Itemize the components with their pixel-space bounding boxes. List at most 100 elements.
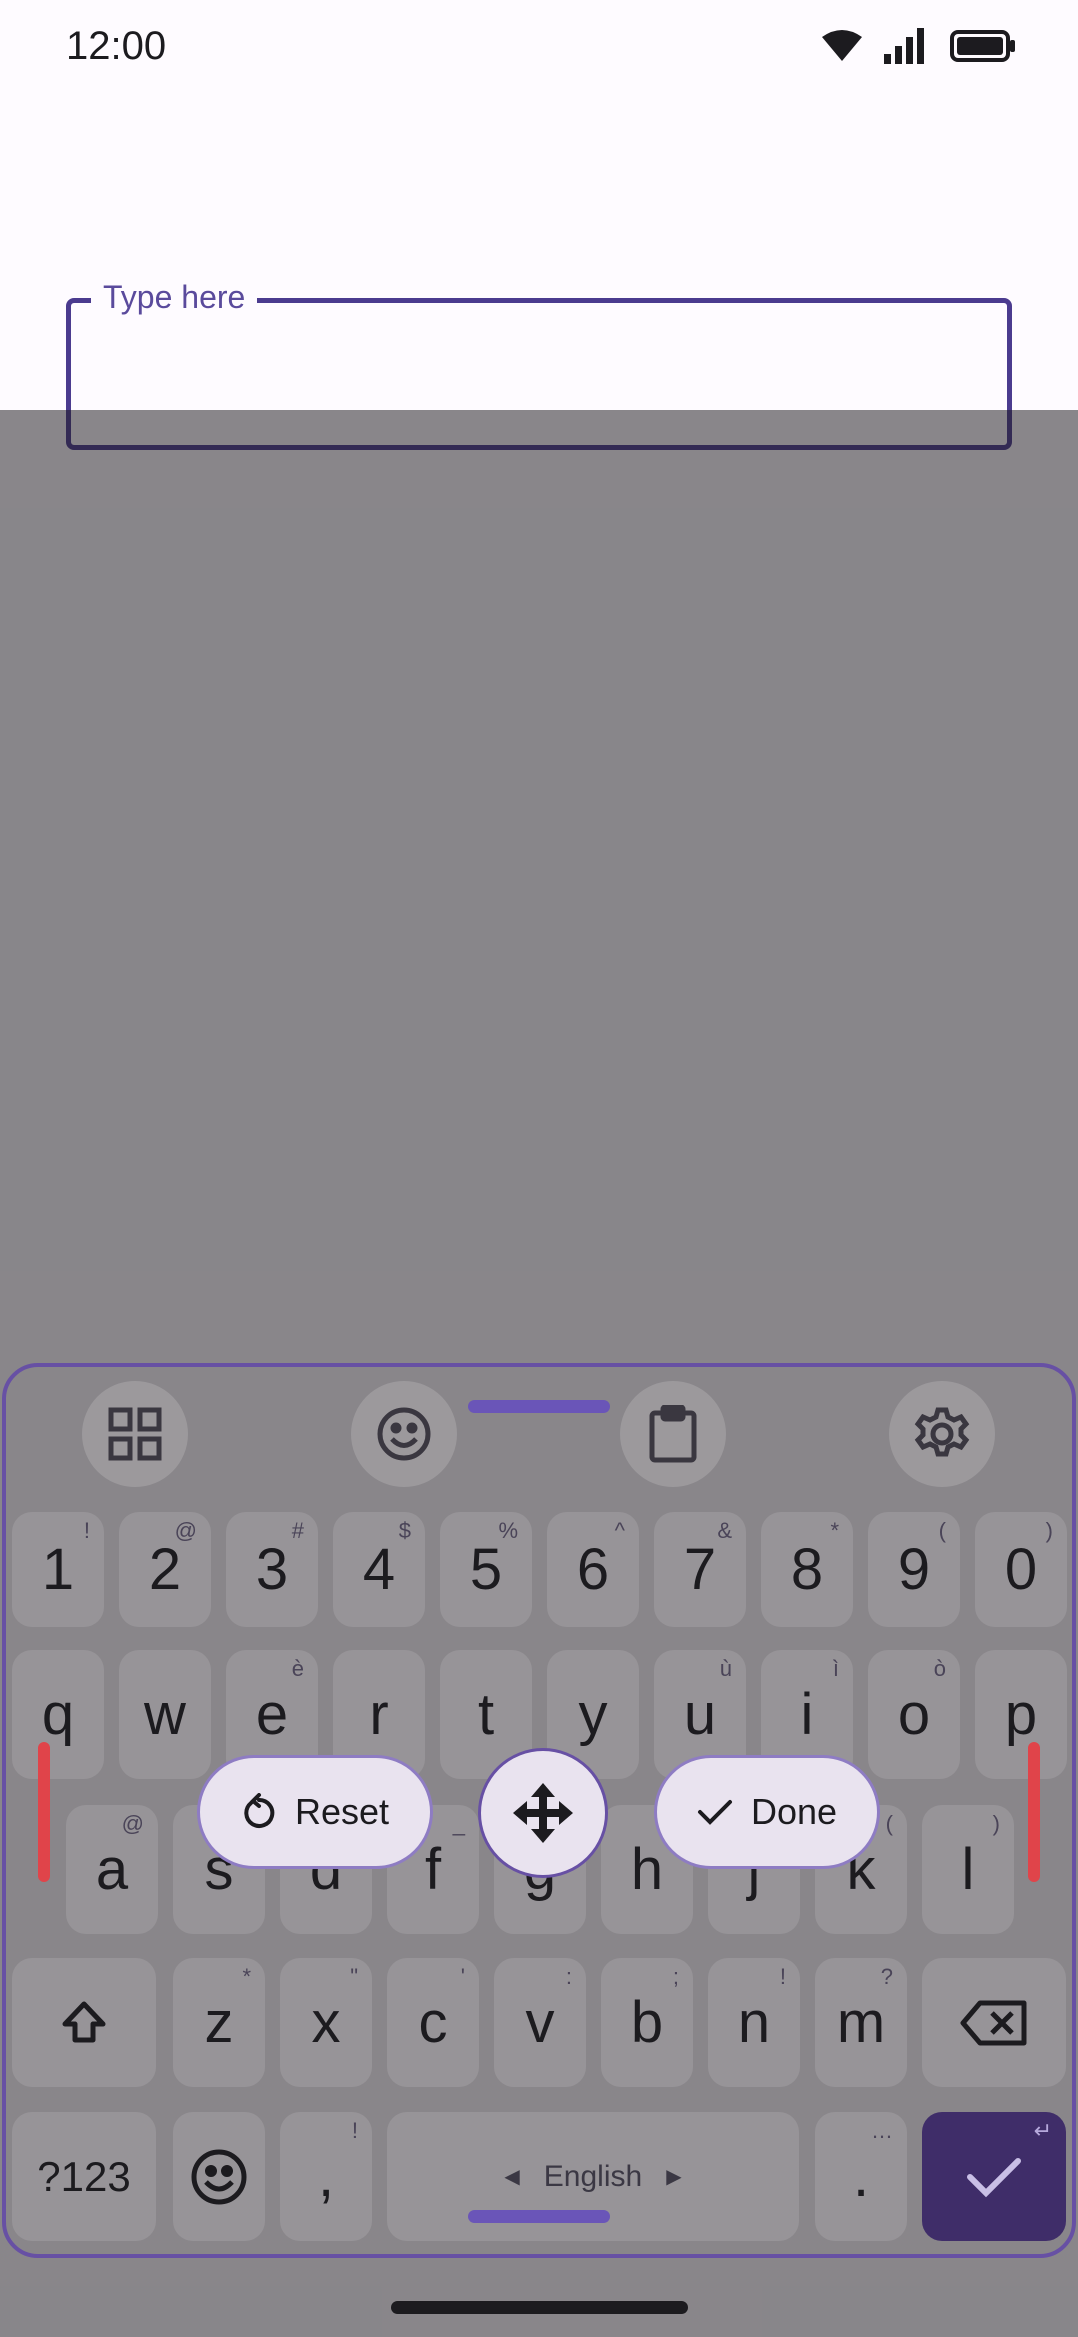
emoji-button[interactable] [351,1381,457,1487]
keyboard-drag-handle[interactable] [468,1400,610,1413]
key-label: 5 [469,1536,503,1602]
key-hint: ( [938,1518,946,1543]
key-v[interactable]: v: [494,1958,586,2087]
gear-icon [914,1407,970,1457]
key-n[interactable]: n! [708,1958,800,2087]
key-0[interactable]: 0) [975,1512,1067,1627]
status-time: 12:00 [66,24,167,68]
key-hint: ù [719,1656,732,1681]
comma-key[interactable]: ,! [280,2112,372,2241]
key-b[interactable]: b; [601,1958,693,2087]
key-label: 1 [41,1536,75,1602]
key-p[interactable]: p [975,1650,1067,1779]
clipboard-button[interactable] [620,1381,726,1487]
key-a[interactable]: a @ [66,1805,158,1934]
key-label: v [525,1989,555,2055]
key-o[interactable]: oò [868,1650,960,1779]
key-label: m [836,1989,886,2055]
text-field-label: Type here [91,279,258,316]
key-hint: ) [1045,1518,1053,1543]
key-7[interactable]: 7 & [654,1512,746,1627]
move-icon [513,1783,573,1843]
period-key[interactable]: .… [815,2112,907,2241]
space-label: ◀ English ▶ [504,2160,681,2194]
key-label: . [852,2143,870,2209]
reset-label: Reset [294,1791,390,1832]
text-input[interactable] [91,343,971,403]
check-icon [697,1800,732,1825]
key-l[interactable]: l) [922,1805,1014,1934]
key-label: w [144,1681,186,1747]
key-x[interactable]: x " [280,1958,372,2087]
done-label: Done [750,1791,838,1832]
key-label: c [418,1989,448,2055]
key-label: z [204,1989,234,2055]
symbols-key[interactable]: ?123 [12,2112,156,2241]
key-hint: … [871,2118,893,2143]
key-m[interactable]: m? [815,1958,907,2087]
signal-icon [884,28,924,64]
resize-handle-right[interactable] [1028,1742,1040,1882]
backspace-icon [960,2000,1027,2045]
apps-grid-icon [108,1407,162,1461]
key-5[interactable]: 5% [440,1512,532,1627]
key-z[interactable]: z * [173,1958,265,2087]
shift-key[interactable] [12,1958,156,2087]
done-button[interactable]: Done [654,1755,880,1869]
status-icons [822,28,1016,64]
key-hint: " [350,1964,358,1989]
enter-hint: ↵ [1033,2118,1052,2143]
key-9[interactable]: 9( [868,1512,960,1627]
key-hint: ' [460,1964,465,1989]
key-hint: ò [933,1656,946,1681]
key-hint: ì [832,1656,839,1681]
status-bar: 12:00 [0,0,1078,96]
key-4[interactable]: 4 $ [333,1512,425,1627]
battery-icon [950,30,1015,62]
key-label: p [1004,1681,1038,1747]
check-icon [967,2157,1021,2197]
key-3[interactable]: 3 # [226,1512,318,1627]
backspace-key[interactable] [922,1958,1066,2087]
key-1[interactable]: 1! [12,1512,104,1627]
key-label: o [897,1681,931,1747]
wifi-icon [822,30,862,61]
key-label: 2 [148,1536,182,1602]
key-c[interactable]: c ' [387,1958,479,2087]
settings-button[interactable] [889,1381,995,1487]
key-label: r [369,1681,389,1747]
key-8[interactable]: 8 * [761,1512,853,1627]
key-label: 9 [897,1536,931,1602]
apps-button[interactable] [82,1381,188,1487]
key-label: t [477,1681,495,1747]
key-hint: ^ [614,1518,625,1543]
key-label: , [317,2143,335,2209]
move-button[interactable] [478,1748,608,1878]
enter-key[interactable]: ↵ [922,2112,1066,2241]
key-label: b [630,1989,664,2055]
key-hint: ; [672,1964,679,1989]
key-label: 0 [1004,1536,1038,1602]
key-label: i [800,1681,814,1747]
key-label: u [683,1681,717,1747]
key-label: q [41,1681,75,1747]
key-hint: * [242,1964,251,1989]
key-hint: _ [452,1811,465,1836]
key-2[interactable]: 2 @ [119,1512,211,1627]
key-label: f [424,1836,442,1902]
reset-button[interactable]: Reset [197,1755,433,1869]
key-label: a [95,1836,129,1902]
key-6[interactable]: 6 ^ [547,1512,639,1627]
resize-handle-left[interactable] [38,1742,50,1882]
home-indicator[interactable] [391,2301,688,2314]
emoji-key[interactable] [173,2112,265,2241]
key-hint: * [830,1518,839,1543]
keyboard-bottom-handle[interactable] [468,2210,610,2223]
key-w[interactable]: w [119,1650,211,1779]
key-hint: @ [174,1518,197,1543]
key-hint: ( [885,1811,893,1836]
key-hint: : [565,1964,572,1989]
key-label: y [578,1681,608,1747]
key-q[interactable]: q [12,1650,104,1779]
key-label: 6 [576,1536,610,1602]
